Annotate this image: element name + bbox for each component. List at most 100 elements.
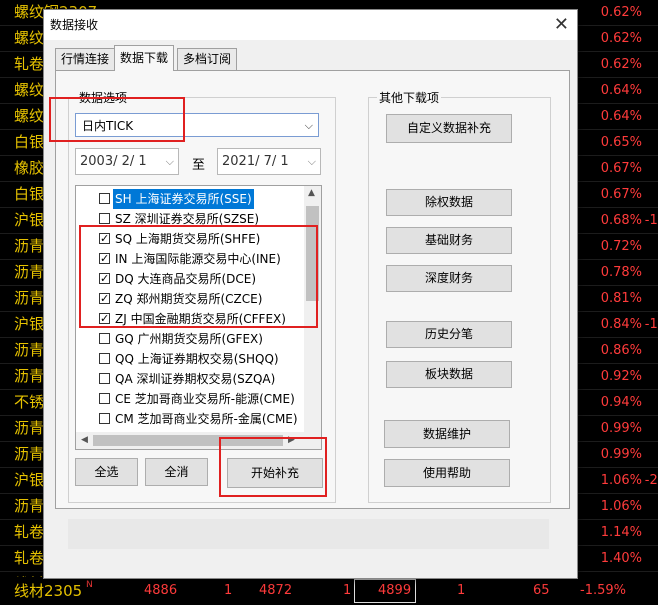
exchange-list-item[interactable]: SQ 上海期货交易所(SHFE): [76, 229, 304, 249]
background-pct-row: 0.94%-: [570, 390, 658, 416]
exchange-label: SQ 上海期货交易所(SHFE): [115, 232, 261, 246]
background-pct-cell: 0.62%: [600, 57, 642, 72]
sector-data-button[interactable]: 板块数据: [386, 361, 512, 388]
background-pct-cell: 1.06%: [600, 473, 642, 488]
data-maintenance-button[interactable]: 数据维护: [384, 420, 510, 448]
background-pct-row: 0.67%: [570, 156, 658, 182]
background-pct-row: 0.99%: [570, 416, 658, 442]
background-pct-row: 0.62%: [570, 52, 658, 78]
background-pct-cell: 0.67%: [600, 187, 642, 202]
background-pct-column: 0.62% 0.62% 0.62% 0.64% 0.64% 0.65% 0.67% 0.67%…: [570, 0, 658, 598]
exchange-checkbox[interactable]: [99, 193, 110, 204]
chevron-down-icon[interactable]: ⌵: [305, 114, 313, 138]
chevron-down-icon[interactable]: ⌵: [308, 149, 316, 174]
background-pct-row: 0.68%-14: [570, 208, 658, 234]
bottom-v7: 65: [533, 583, 550, 598]
exchange-checkbox[interactable]: [99, 333, 110, 344]
basic-financial-button[interactable]: 基础财务: [386, 227, 512, 254]
background-pct-row: 1.14%: [570, 520, 658, 546]
background-pct-cell: 0.94%: [600, 395, 642, 410]
vertical-scroll-thumb[interactable]: [306, 206, 319, 301]
exchange-label: SH 上海证券交易所(SSE): [113, 189, 254, 209]
exchange-label: DQ 大连商品交易所(DCE): [115, 272, 257, 286]
exchange-list-item[interactable]: SZ 深圳证券交易所(SZSE): [76, 209, 304, 229]
exchange-checkbox[interactable]: [99, 353, 110, 364]
background-pct-row: 0.62%: [570, 0, 658, 26]
date-to-label: 至: [192, 158, 206, 173]
exchange-list-item[interactable]: ZQ 郑州期货交易所(CZCE): [76, 289, 304, 309]
background-pct-cell: 1.14%: [600, 525, 642, 540]
background-pct-row: 0.62%: [570, 26, 658, 52]
select-all-button[interactable]: 全选: [75, 458, 138, 486]
exchange-list-item[interactable]: CE 芝加哥商业交易所-能源(CME): [76, 389, 304, 409]
exchange-label: GQ 广州期货交易所(GFEX): [115, 332, 263, 346]
data-type-select[interactable]: 日内TICK ⌵: [75, 113, 319, 137]
exchange-checkbox[interactable]: [99, 229, 110, 249]
exchange-list-item[interactable]: DQ 大连商品交易所(DCE): [76, 269, 304, 289]
exchange-checkbox[interactable]: [99, 249, 110, 269]
deep-financial-button[interactable]: 深度财务: [386, 265, 512, 292]
bottom-v2: 1: [224, 583, 233, 598]
background-pct-row: 1.40%: [570, 546, 658, 572]
exchange-list-item[interactable]: IN 上海国际能源交易中心(INE): [76, 249, 304, 269]
historical-ticks-button[interactable]: 历史分笔: [386, 321, 512, 348]
start-date-value: 2003/ 2/ 1: [80, 154, 147, 169]
close-icon[interactable]: ✕: [554, 10, 569, 40]
exchange-checkbox[interactable]: [99, 309, 110, 329]
ex-rights-data-button[interactable]: 除权数据: [386, 189, 512, 216]
exchange-list-item[interactable]: ZJ 中国金融期货交易所(CFFEX): [76, 309, 304, 329]
exchange-list-item[interactable]: CM 芝加哥商业交易所-金属(CME): [76, 409, 304, 429]
custom-data-supplement-button[interactable]: 自定义数据补充: [386, 114, 512, 143]
bottom-v4: 1: [343, 583, 352, 598]
tab-data-download[interactable]: 数据下载: [114, 45, 175, 71]
tab-market-connection[interactable]: 行情连接: [55, 48, 116, 70]
background-pct-cell: 0.68%: [600, 213, 642, 228]
end-date-value: 2021/ 7/ 1: [222, 154, 289, 169]
exchange-checkbox[interactable]: [99, 393, 110, 404]
exchange-checkbox[interactable]: [99, 269, 110, 289]
exchange-list-item[interactable]: QQ 上海证券期权交易(SHQQ): [76, 349, 304, 369]
start-download-button[interactable]: 开始补充: [227, 458, 323, 488]
background-pct-row: 0.99%: [570, 442, 658, 468]
exchange-checkbox[interactable]: [99, 413, 110, 424]
vertical-scrollbar[interactable]: ▲: [304, 186, 321, 432]
tab-depth-subscription[interactable]: 多档订阅: [177, 48, 238, 70]
chevron-down-icon[interactable]: ⌵: [166, 149, 174, 174]
exchange-label: QQ 上海证券期权交易(SHQQ): [115, 352, 279, 366]
background-pct-row: 0.86%: [570, 338, 658, 364]
exchange-label: QA 深圳证券期权交易(SZQA): [115, 372, 276, 386]
exchange-checkbox[interactable]: [99, 289, 110, 309]
background-pct-cell: 0.99%: [600, 447, 642, 462]
exchange-list-item[interactable]: QA 深圳证券期权交易(SZQA): [76, 369, 304, 389]
exchange-list-item[interactable]: GQ 广州期货交易所(GFEX): [76, 329, 304, 349]
help-button[interactable]: 使用帮助: [384, 459, 510, 487]
exchange-checkbox[interactable]: [99, 213, 110, 224]
bottom-v3: 4872: [259, 583, 293, 598]
horizontal-scroll-thumb[interactable]: [93, 435, 283, 446]
bottom-v1: 4886: [144, 583, 178, 598]
status-bar: [68, 519, 549, 549]
exchange-list-item[interactable]: SH 上海证券交易所(SSE): [76, 189, 304, 209]
background-pct-row: 0.64%: [570, 78, 658, 104]
background-pct-cell: 0.62%: [600, 31, 642, 46]
horizontal-scrollbar[interactable]: ◀ ▶: [76, 432, 321, 449]
background-pct-cell: 1.06%: [600, 499, 642, 514]
background-bottom-row: 线材2305 N 4886 1 4872 1 4899 1 65 -1.59%: [0, 577, 658, 605]
background-pct-row: 1.06%-22: [570, 468, 658, 494]
scroll-left-icon[interactable]: ◀: [81, 435, 88, 445]
background-change-cell: -22: [644, 473, 658, 488]
exchange-checkbox[interactable]: [99, 373, 110, 384]
exchange-list[interactable]: CE 芝加哥商业交易所-CM 芝加哥商业交易所-金属(CME)CE 芝加哥商业交…: [75, 185, 322, 450]
background-pct-row: 0.72%: [570, 234, 658, 260]
end-date-picker[interactable]: 2021/ 7/ 1 ⌵: [217, 148, 321, 175]
dialog-titlebar: 数据接收 ✕: [44, 10, 577, 40]
bottom-name: 线材2305: [14, 582, 83, 600]
clear-all-button[interactable]: 全消: [145, 458, 208, 486]
dialog-title: 数据接收: [50, 18, 99, 32]
background-pct-row: 0.84%-17: [570, 312, 658, 338]
scroll-right-icon[interactable]: ▶: [288, 435, 295, 445]
other-downloads-label: 其他下载项: [377, 89, 442, 106]
background-pct-row: 0.81%: [570, 286, 658, 312]
start-date-picker[interactable]: 2003/ 2/ 1 ⌵: [75, 148, 179, 175]
scroll-up-icon[interactable]: ▲: [308, 188, 315, 198]
